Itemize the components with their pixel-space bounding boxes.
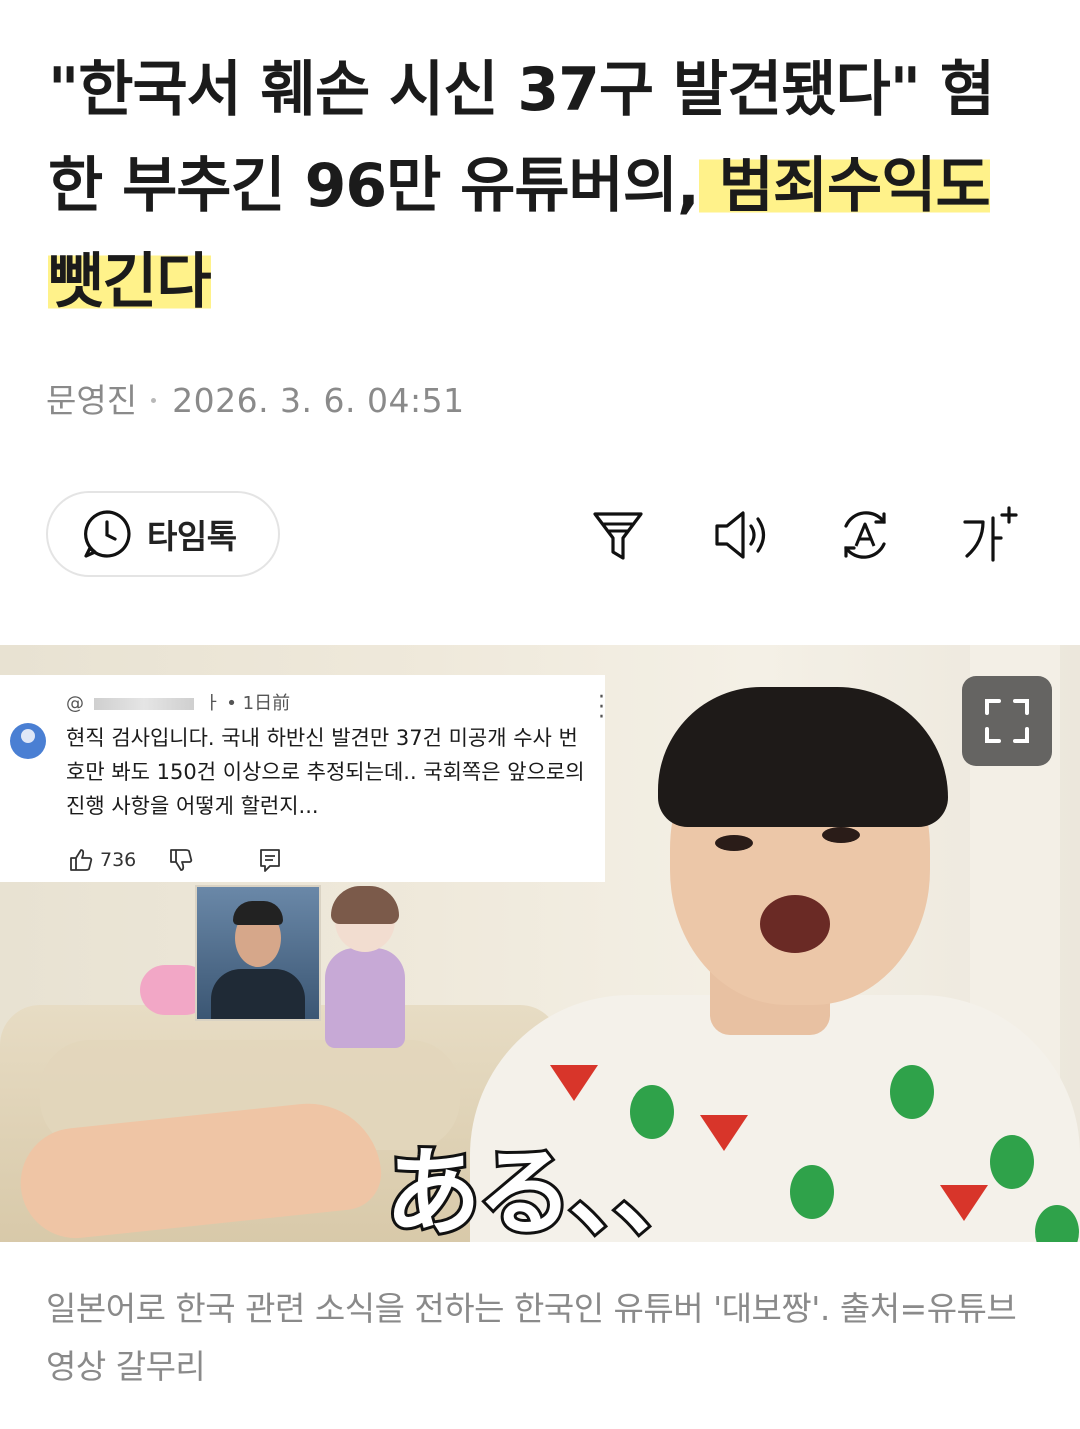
translate-button[interactable] <box>830 500 900 570</box>
article-photo[interactable]: @ ㅏ • 1日前 · · · 현직 검사입니다. 국내 하반신 발견만 37건 미공… <box>0 645 1080 1242</box>
timetalk-button[interactable]: 타임톡 <box>46 491 280 577</box>
font-size-icon <box>963 506 1018 562</box>
timetalk-label: 타임톡 <box>147 517 237 556</box>
photo-doll <box>325 886 405 1080</box>
listen-button[interactable] <box>707 500 777 570</box>
speaker-icon <box>715 511 766 559</box>
article-meta: 문영진 2026. 3. 6. 04:51 <box>46 374 465 422</box>
reply-icon <box>258 847 282 877</box>
filter-funnel-icon <box>593 512 643 560</box>
thumbs-up-icon <box>70 849 93 871</box>
more-vertical-icon: · · · <box>598 685 605 730</box>
comment-text: 현직 검사입니다. 국내 하반신 발견만 37건 미공개 수사 번호만 봐도 1… <box>66 726 585 818</box>
publish-date: 2026. 3. 6. 04:51 <box>172 381 465 420</box>
thumbs-down-icon <box>168 847 194 877</box>
photo-caption: 일본어로 한국 관련 소식을 전하는 한국인 유튜버 '대보짱'. 출처=유튜브… <box>46 1289 1017 1386</box>
author-name[interactable]: 문영진 <box>46 381 137 420</box>
like-count: 736 <box>100 849 137 871</box>
meta-separator <box>151 398 157 403</box>
summary-button[interactable] <box>583 500 653 570</box>
font-size-button[interactable] <box>953 500 1023 570</box>
translate-icon <box>844 511 886 559</box>
fullscreen-button[interactable] <box>962 676 1052 766</box>
comment-likes: 736 <box>68 847 136 873</box>
expand-icon <box>985 699 1029 743</box>
youtube-comment-card: @ ㅏ • 1日前 · · · 현직 검사입니다. 국내 하반신 발견만 37건 미공… <box>0 675 605 882</box>
video-subtitle: ある、、 <box>382 1134 712 1242</box>
avatar <box>10 723 46 759</box>
article-headline: "한국서 훼손 시신 37구 발견됐다" 혐한 부추긴 96만 유튜버의, 범죄… <box>48 42 1038 330</box>
photo-portrait-poster <box>195 885 321 1021</box>
comment-handle: @ ㅏ • 1日前 <box>66 693 291 714</box>
clock-chat-icon <box>84 510 131 558</box>
